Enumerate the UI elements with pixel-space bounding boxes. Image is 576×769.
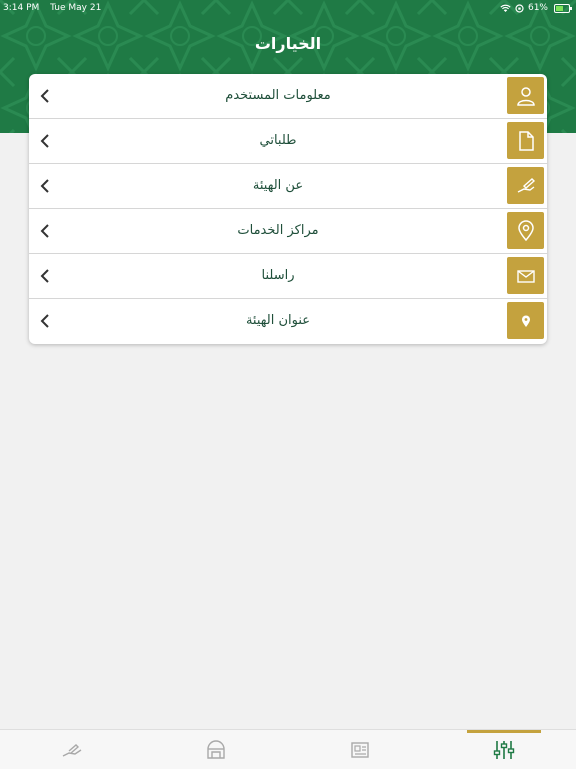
chevron-left-icon <box>40 269 49 283</box>
menu-item-label: معلومات المستخدم <box>225 88 331 103</box>
menu-item-contact-us[interactable]: راسلنا <box>29 254 547 299</box>
tab-selected-indicator <box>467 730 541 733</box>
building-icon <box>207 739 225 759</box>
document-icon <box>507 122 544 159</box>
chevron-left-icon <box>40 224 49 238</box>
menu-item-my-requests[interactable]: طلباتي <box>29 119 547 164</box>
menu-item-user-info[interactable]: معلومات المستخدم <box>29 74 547 119</box>
status-time: 3:14 PM <box>3 3 40 13</box>
menu-item-label: عنوان الهيئة <box>245 313 311 328</box>
wifi-icon <box>500 4 511 12</box>
menu-item-label: راسلنا <box>261 268 295 283</box>
hand-pen-icon <box>507 167 544 204</box>
options-menu: معلومات المستخدم طلباتي عن الهيئة مراكز … <box>29 74 547 344</box>
menu-item-label: عن الهيئة <box>252 178 304 193</box>
battery-icon <box>554 3 572 13</box>
chevron-left-icon <box>40 179 49 193</box>
chevron-left-icon <box>40 134 49 148</box>
tab-authority[interactable] <box>144 730 288 769</box>
menu-item-about-authority[interactable]: عن الهيئة <box>29 164 547 209</box>
page-title: الخيارات <box>254 34 322 53</box>
menu-item-authority-address[interactable]: عنوان الهيئة <box>29 299 547 344</box>
status-date: Tue May 21 <box>50 3 102 13</box>
hand-service-icon <box>62 743 82 757</box>
location-outline-icon <box>507 212 544 249</box>
mail-icon <box>507 257 544 294</box>
news-icon <box>351 741 369 758</box>
battery-percent: 61% <box>527 3 548 13</box>
chevron-left-icon <box>40 89 49 103</box>
menu-item-service-centers[interactable]: مراكز الخدمات <box>29 209 547 254</box>
orientation-lock-icon <box>515 3 524 13</box>
tab-services[interactable] <box>0 730 144 769</box>
location-pin-icon <box>507 302 544 339</box>
status-bar: 3:14 PM Tue May 21 61% <box>0 0 576 16</box>
menu-item-label: طلباتي <box>259 133 297 148</box>
tab-news[interactable] <box>288 730 432 769</box>
chevron-left-icon <box>40 314 49 328</box>
tab-settings[interactable] <box>432 730 576 769</box>
bottom-tab-bar <box>0 729 576 769</box>
user-icon <box>507 77 544 114</box>
menu-item-label: مراكز الخدمات <box>237 223 319 238</box>
settings-sliders-icon <box>493 740 515 759</box>
